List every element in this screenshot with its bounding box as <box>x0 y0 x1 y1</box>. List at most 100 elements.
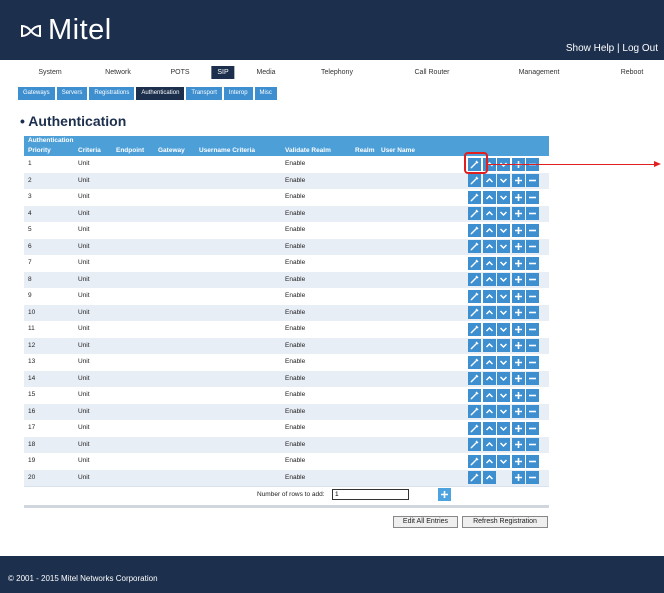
move-down-button[interactable] <box>497 273 510 286</box>
add-button[interactable] <box>511 421 525 435</box>
tab-transport[interactable]: Transport <box>186 87 222 100</box>
delete-button[interactable] <box>526 405 539 418</box>
edit-button[interactable] <box>468 421 481 435</box>
tab-registrations[interactable]: Registrations <box>89 87 135 100</box>
edit-all-entries-button[interactable]: Edit All Entries <box>393 516 458 528</box>
add-button[interactable] <box>511 322 525 336</box>
add-button[interactable] <box>511 438 525 451</box>
delete-button[interactable] <box>526 388 539 402</box>
edit-button[interactable] <box>468 322 481 336</box>
move-up-button[interactable] <box>482 207 496 220</box>
move-up-button[interactable] <box>482 322 496 336</box>
nav-call-router[interactable]: Call Router <box>408 66 455 79</box>
edit-button[interactable] <box>468 454 481 468</box>
edit-button[interactable] <box>468 355 481 369</box>
move-down-button[interactable] <box>497 355 510 369</box>
edit-button[interactable] <box>468 306 481 319</box>
delete-button[interactable] <box>526 438 539 451</box>
add-button[interactable] <box>511 289 525 303</box>
move-down-button[interactable] <box>497 190 510 204</box>
nav-network[interactable]: Network <box>99 66 137 79</box>
add-button[interactable] <box>511 339 525 352</box>
move-up-button[interactable] <box>482 273 496 286</box>
edit-button[interactable] <box>468 388 481 402</box>
add-button[interactable] <box>511 240 525 253</box>
edit-button[interactable] <box>468 471 481 484</box>
delete-button[interactable] <box>526 273 539 286</box>
move-up-button[interactable] <box>482 256 496 270</box>
move-down-button[interactable] <box>497 388 510 402</box>
move-up-button[interactable] <box>482 421 496 435</box>
edit-button[interactable] <box>468 190 481 204</box>
move-up-button[interactable] <box>482 372 496 385</box>
delete-button[interactable] <box>526 355 539 369</box>
add-button[interactable] <box>511 306 525 319</box>
add-button[interactable] <box>511 405 525 418</box>
add-button[interactable] <box>511 256 525 270</box>
add-rows-button[interactable] <box>438 488 451 501</box>
edit-button[interactable] <box>468 174 481 187</box>
delete-button[interactable] <box>526 421 539 435</box>
move-down-button[interactable] <box>497 454 510 468</box>
move-down-button[interactable] <box>497 289 510 303</box>
add-button[interactable] <box>511 207 525 220</box>
edit-button[interactable] <box>468 240 481 253</box>
move-up-button[interactable] <box>482 438 496 451</box>
edit-button[interactable] <box>468 339 481 352</box>
delete-button[interactable] <box>526 174 539 187</box>
move-down-button[interactable] <box>497 372 510 385</box>
edit-button[interactable] <box>468 438 481 451</box>
delete-button[interactable] <box>526 372 539 385</box>
add-button[interactable] <box>511 273 525 286</box>
nav-telephony[interactable]: Telephony <box>315 66 359 79</box>
tab-misc[interactable]: Misc <box>254 87 277 100</box>
move-up-button[interactable] <box>482 190 496 204</box>
add-button[interactable] <box>511 174 525 187</box>
add-button[interactable] <box>511 454 525 468</box>
move-down-button[interactable] <box>497 256 510 270</box>
log-out-link[interactable]: Log Out <box>622 43 658 54</box>
move-down-button[interactable] <box>497 174 510 187</box>
delete-button[interactable] <box>526 240 539 253</box>
refresh-registration-button[interactable]: Refresh Registration <box>462 516 548 528</box>
edit-button[interactable] <box>468 256 481 270</box>
edit-button[interactable] <box>468 405 481 418</box>
edit-button[interactable] <box>468 289 481 303</box>
nav-management[interactable]: Management <box>513 66 566 79</box>
move-up-button[interactable] <box>482 174 496 187</box>
delete-button[interactable] <box>526 289 539 303</box>
move-up-button[interactable] <box>482 223 496 237</box>
delete-button[interactable] <box>526 339 539 352</box>
delete-button[interactable] <box>526 207 539 220</box>
move-up-button[interactable] <box>482 454 496 468</box>
delete-button[interactable] <box>526 256 539 270</box>
move-up-button[interactable] <box>482 471 496 484</box>
move-down-button[interactable] <box>497 306 510 319</box>
delete-button[interactable] <box>526 190 539 204</box>
move-down-button[interactable] <box>497 421 510 435</box>
delete-button[interactable] <box>526 223 539 237</box>
move-down-button[interactable] <box>497 223 510 237</box>
add-button[interactable] <box>511 223 525 237</box>
move-up-button[interactable] <box>482 355 496 369</box>
tab-gateways[interactable]: Gateways <box>18 87 55 100</box>
move-up-button[interactable] <box>482 339 496 352</box>
delete-button[interactable] <box>526 306 539 319</box>
move-up-button[interactable] <box>482 405 496 418</box>
add-button[interactable] <box>511 190 525 204</box>
add-button[interactable] <box>511 372 525 385</box>
add-button[interactable] <box>511 355 525 369</box>
add-button[interactable] <box>511 471 525 484</box>
nav-media[interactable]: Media <box>250 66 281 79</box>
move-down-button[interactable] <box>497 207 510 220</box>
nav-sip[interactable]: SIP <box>211 66 235 79</box>
delete-button[interactable] <box>526 471 539 484</box>
add-button[interactable] <box>511 388 525 402</box>
edit-button[interactable] <box>468 223 481 237</box>
tab-interop[interactable]: Interop <box>223 87 253 100</box>
move-down-button[interactable] <box>497 405 510 418</box>
edit-button[interactable] <box>468 207 481 220</box>
nav-reboot[interactable]: Reboot <box>615 66 650 79</box>
tab-authentication[interactable]: Authentication <box>136 87 185 100</box>
move-up-button[interactable] <box>482 240 496 253</box>
